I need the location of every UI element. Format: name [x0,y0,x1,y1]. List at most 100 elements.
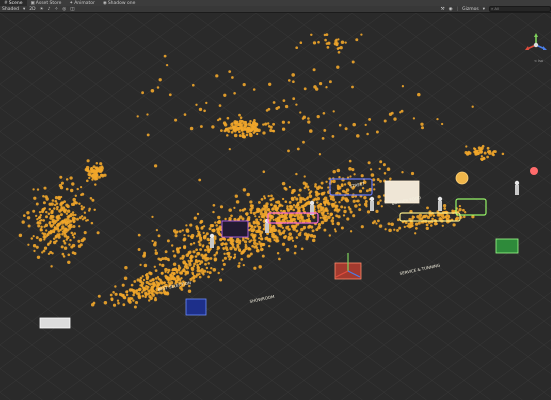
particle [471,105,474,108]
lighting-toggle-icon[interactable]: ☀ [38,7,46,12]
particle [481,144,485,148]
character-figure[interactable] [265,223,269,233]
particle [377,219,380,223]
hidden-objects-icon[interactable]: ◎ [60,7,68,12]
particle [323,128,327,132]
gizmo-x-cone[interactable] [525,46,529,50]
gizmos-arrow-icon[interactable]: ▾ [481,7,487,12]
particle [363,196,367,200]
hierarchy-search-input[interactable]: ⌕ All [489,6,551,12]
tools-icon[interactable]: ⚒ [439,7,447,12]
audio-toggle-icon[interactable]: ♪ [46,7,53,12]
particle [338,201,341,204]
character-figure[interactable] [438,201,442,211]
gizmo-center[interactable] [533,42,539,48]
particle [165,63,169,67]
character-figure[interactable] [210,238,214,248]
toggle-2d-button[interactable]: 2D [27,7,37,12]
particle [67,253,71,257]
character-head[interactable] [309,200,315,206]
particle [207,275,210,279]
particle [219,278,223,282]
scene-viewport[interactable]: SHOWROOM SERVICE & TUNNING BURGER FOOD BEST… [0,13,551,400]
particle [206,270,209,274]
particle [240,125,243,129]
particle [76,187,79,191]
particle [61,252,65,256]
particle [247,246,251,250]
particle [248,132,252,135]
orientation-gizmo[interactable] [525,33,547,59]
particle [191,271,194,275]
grid-line [0,13,225,180]
particle [218,225,222,229]
particle [302,140,305,144]
effects-toggle-icon[interactable]: ✧ [52,7,60,12]
particle [139,263,142,267]
gizmos-dropdown[interactable]: Gizmos [460,7,481,12]
character-head[interactable] [209,233,215,239]
particle [354,204,358,208]
particle [329,197,333,201]
character-figure[interactable] [370,201,374,211]
character-figure[interactable] [515,185,519,195]
particle [334,201,337,204]
particle [369,168,373,171]
particle [137,248,141,251]
particle [325,86,328,89]
red-lamp[interactable] [530,167,538,175]
particle [340,40,345,45]
particle [189,242,193,246]
gizmo-z-cone[interactable] [543,46,547,50]
particle [253,241,257,245]
particle [295,103,298,106]
glowing-orb[interactable] [455,171,469,185]
particle [375,222,378,225]
particle [144,291,148,296]
scene-camera-icon[interactable]: ◫ [68,7,76,12]
particle [267,125,271,128]
blue-billboard[interactable] [185,298,207,316]
particle [140,284,144,288]
scene-render[interactable]: SHOWROOMSERVICE & TUNNINGBURGER FOODBEST… [0,13,551,400]
particle [67,260,71,265]
particle [189,235,193,238]
particle [192,274,196,278]
gizmo-y-cone[interactable] [534,33,538,37]
particle [284,104,289,109]
screen-billboard[interactable] [221,220,249,238]
particle [217,215,221,220]
green-billboard[interactable] [495,238,519,254]
particle [183,245,187,249]
character-head[interactable] [437,196,443,202]
character-head[interactable] [369,196,375,202]
character-head[interactable] [514,180,520,186]
particle [382,163,386,167]
particle [246,127,251,131]
particle [72,197,76,202]
particle [332,169,336,174]
particle [320,181,324,185]
particle [159,278,162,282]
visibility-icon[interactable]: ◉ [447,7,455,12]
particle [218,219,221,223]
particle [278,214,283,219]
particle [228,70,232,73]
white-sign-props[interactable] [39,317,71,329]
particle [179,257,182,260]
shading-mode-dropdown[interactable]: Shaded [0,7,21,12]
particle [403,225,406,229]
particle [269,128,273,133]
particle [310,33,313,37]
particle [393,228,396,231]
particle [336,168,341,173]
particle [141,294,145,298]
particle [330,219,335,223]
particle [264,122,268,126]
particle [92,165,96,169]
gizmo-view-label[interactable]: < Iso [534,59,543,63]
particle [430,224,433,227]
particle [295,46,299,50]
particle [57,214,61,218]
particle [35,245,39,249]
